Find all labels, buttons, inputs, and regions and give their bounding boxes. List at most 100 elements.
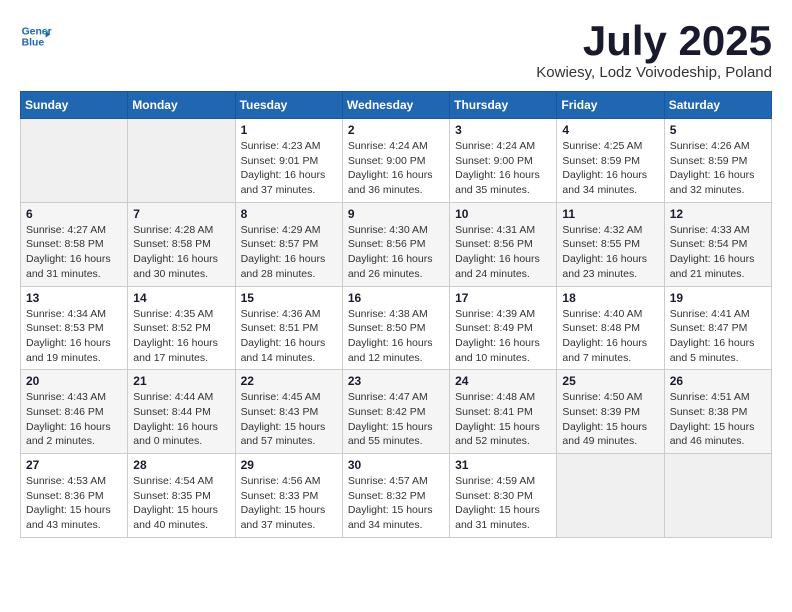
day-info: Sunrise: 4:24 AM Sunset: 9:00 PM Dayligh… [455, 139, 551, 198]
weekday-header-wednesday: Wednesday [342, 92, 449, 119]
day-info: Sunrise: 4:32 AM Sunset: 8:55 PM Dayligh… [562, 223, 658, 282]
calendar-cell: 11 Sunrise: 4:32 AM Sunset: 8:55 PM Dayli… [557, 202, 664, 286]
calendar-cell: 29 Sunrise: 4:56 AM Sunset: 8:33 PM Dayli… [235, 454, 342, 538]
calendar-cell: 7 Sunrise: 4:28 AM Sunset: 8:58 PM Daylig… [128, 202, 235, 286]
calendar-week-row: 1Sunrise: 4:23 AM Sunset: 9:01 PM Daylig… [21, 119, 772, 203]
weekday-header-saturday: Saturday [664, 92, 771, 119]
day-info: Sunrise: 4:50 AM Sunset: 8:39 PM Dayligh… [562, 390, 658, 449]
day-info: Sunrise: 4:44 AM Sunset: 8:44 PM Dayligh… [133, 390, 229, 449]
day-number: 16 [348, 291, 444, 305]
calendar-cell: 22Sunrise: 4:45 AM Sunset: 8:43 PM Dayli… [235, 370, 342, 454]
calendar-cell [664, 454, 771, 538]
day-number: 8 [241, 207, 337, 221]
weekday-header-row: SundayMondayTuesdayWednesdayThursdayFrid… [21, 92, 772, 119]
calendar-cell: 27Sunrise: 4:53 AM Sunset: 8:36 PM Dayli… [21, 454, 128, 538]
calendar-cell: 3Sunrise: 4:24 AM Sunset: 9:00 PM Daylig… [450, 119, 557, 203]
calendar-cell: 17 Sunrise: 4:39 AM Sunset: 8:49 PM Dayli… [450, 286, 557, 370]
logo-icon: General Blue [20, 20, 52, 52]
calendar-cell: 15 Sunrise: 4:36 AM Sunset: 8:51 PM Dayli… [235, 286, 342, 370]
calendar-cell: 5 Sunrise: 4:26 AM Sunset: 8:59 PM Daylig… [664, 119, 771, 203]
calendar-cell: 1Sunrise: 4:23 AM Sunset: 9:01 PM Daylig… [235, 119, 342, 203]
day-number: 12 [670, 207, 766, 221]
calendar-cell: 25Sunrise: 4:50 AM Sunset: 8:39 PM Dayli… [557, 370, 664, 454]
day-number: 15 [241, 291, 337, 305]
calendar-cell: 24Sunrise: 4:48 AM Sunset: 8:41 PM Dayli… [450, 370, 557, 454]
weekday-header-friday: Friday [557, 92, 664, 119]
calendar-cell: 9Sunrise: 4:30 AM Sunset: 8:56 PM Daylig… [342, 202, 449, 286]
day-number: 21 [133, 374, 229, 388]
day-info: Sunrise: 4:59 AM Sunset: 8:30 PM Dayligh… [455, 474, 551, 533]
day-number: 19 [670, 291, 766, 305]
calendar-cell: 2 Sunrise: 4:24 AM Sunset: 9:00 PM Daylig… [342, 119, 449, 203]
day-number: 11 [562, 207, 658, 221]
day-number: 23 [348, 374, 444, 388]
calendar-cell: 6 Sunrise: 4:27 AM Sunset: 8:58 PM Daylig… [21, 202, 128, 286]
day-info: Sunrise: 4:54 AM Sunset: 8:35 PM Dayligh… [133, 474, 229, 533]
title-block: July 2025 Kowiesy, Lodz Voivodeship, Pol… [536, 20, 772, 81]
day-number: 26 [670, 374, 766, 388]
day-info: Sunrise: 4:33 AM Sunset: 8:54 PM Dayligh… [670, 223, 766, 282]
day-number: 18 [562, 291, 658, 305]
location-subtitle: Kowiesy, Lodz Voivodeship, Poland [536, 64, 772, 81]
page-header: General Blue July 2025 Kowiesy, Lodz Voi… [20, 20, 772, 81]
day-info: Sunrise: 4:24 AM Sunset: 9:00 PM Dayligh… [348, 139, 444, 198]
day-info: Sunrise: 4:27 AM Sunset: 8:58 PM Dayligh… [26, 223, 122, 282]
weekday-header-thursday: Thursday [450, 92, 557, 119]
day-number: 2 [348, 123, 444, 137]
day-info: Sunrise: 4:57 AM Sunset: 8:32 PM Dayligh… [348, 474, 444, 533]
day-info: Sunrise: 4:45 AM Sunset: 8:43 PM Dayligh… [241, 390, 337, 449]
calendar-cell [21, 119, 128, 203]
day-info: Sunrise: 4:30 AM Sunset: 8:56 PM Dayligh… [348, 223, 444, 282]
day-info: Sunrise: 4:31 AM Sunset: 8:56 PM Dayligh… [455, 223, 551, 282]
day-info: Sunrise: 4:34 AM Sunset: 8:53 PM Dayligh… [26, 307, 122, 366]
day-info: Sunrise: 4:39 AM Sunset: 8:49 PM Dayligh… [455, 307, 551, 366]
logo: General Blue [20, 20, 52, 52]
day-info: Sunrise: 4:43 AM Sunset: 8:46 PM Dayligh… [26, 390, 122, 449]
calendar-cell: 21 Sunrise: 4:44 AM Sunset: 8:44 PM Dayli… [128, 370, 235, 454]
weekday-header-sunday: Sunday [21, 92, 128, 119]
weekday-header-monday: Monday [128, 92, 235, 119]
calendar-cell: 4Sunrise: 4:25 AM Sunset: 8:59 PM Daylig… [557, 119, 664, 203]
day-number: 6 [26, 207, 122, 221]
svg-text:Blue: Blue [22, 38, 45, 49]
day-number: 29 [241, 458, 337, 472]
weekday-header-tuesday: Tuesday [235, 92, 342, 119]
day-info: Sunrise: 4:53 AM Sunset: 8:36 PM Dayligh… [26, 474, 122, 533]
calendar-cell: 20 Sunrise: 4:43 AM Sunset: 8:46 PM Dayli… [21, 370, 128, 454]
day-info: Sunrise: 4:41 AM Sunset: 8:47 PM Dayligh… [670, 307, 766, 366]
calendar-cell: 12 Sunrise: 4:33 AM Sunset: 8:54 PM Dayli… [664, 202, 771, 286]
day-info: Sunrise: 4:23 AM Sunset: 9:01 PM Dayligh… [241, 139, 337, 198]
day-number: 13 [26, 291, 122, 305]
day-number: 4 [562, 123, 658, 137]
calendar-cell: 23 Sunrise: 4:47 AM Sunset: 8:42 PM Dayli… [342, 370, 449, 454]
day-info: Sunrise: 4:29 AM Sunset: 8:57 PM Dayligh… [241, 223, 337, 282]
calendar-week-row: 6 Sunrise: 4:27 AM Sunset: 8:58 PM Daylig… [21, 202, 772, 286]
calendar-cell: 26Sunrise: 4:51 AM Sunset: 8:38 PM Dayli… [664, 370, 771, 454]
day-number: 28 [133, 458, 229, 472]
day-info: Sunrise: 4:26 AM Sunset: 8:59 PM Dayligh… [670, 139, 766, 198]
day-number: 17 [455, 291, 551, 305]
day-info: Sunrise: 4:40 AM Sunset: 8:48 PM Dayligh… [562, 307, 658, 366]
day-info: Sunrise: 4:28 AM Sunset: 8:58 PM Dayligh… [133, 223, 229, 282]
month-year-title: July 2025 [536, 20, 772, 62]
day-info: Sunrise: 4:56 AM Sunset: 8:33 PM Dayligh… [241, 474, 337, 533]
calendar-cell: 16Sunrise: 4:38 AM Sunset: 8:50 PM Dayli… [342, 286, 449, 370]
calendar-cell [128, 119, 235, 203]
calendar-table: SundayMondayTuesdayWednesdayThursdayFrid… [20, 91, 772, 538]
day-number: 5 [670, 123, 766, 137]
day-info: Sunrise: 4:47 AM Sunset: 8:42 PM Dayligh… [348, 390, 444, 449]
day-number: 10 [455, 207, 551, 221]
calendar-cell [557, 454, 664, 538]
day-number: 20 [26, 374, 122, 388]
calendar-cell: 28 Sunrise: 4:54 AM Sunset: 8:35 PM Dayli… [128, 454, 235, 538]
calendar-cell: 30 Sunrise: 4:57 AM Sunset: 8:32 PM Dayli… [342, 454, 449, 538]
calendar-week-row: 20 Sunrise: 4:43 AM Sunset: 8:46 PM Dayli… [21, 370, 772, 454]
day-number: 7 [133, 207, 229, 221]
calendar-week-row: 27Sunrise: 4:53 AM Sunset: 8:36 PM Dayli… [21, 454, 772, 538]
calendar-cell: 13 Sunrise: 4:34 AM Sunset: 8:53 PM Dayli… [21, 286, 128, 370]
day-number: 30 [348, 458, 444, 472]
calendar-cell: 10 Sunrise: 4:31 AM Sunset: 8:56 PM Dayli… [450, 202, 557, 286]
calendar-body: 1Sunrise: 4:23 AM Sunset: 9:01 PM Daylig… [21, 119, 772, 538]
day-number: 24 [455, 374, 551, 388]
day-info: Sunrise: 4:36 AM Sunset: 8:51 PM Dayligh… [241, 307, 337, 366]
